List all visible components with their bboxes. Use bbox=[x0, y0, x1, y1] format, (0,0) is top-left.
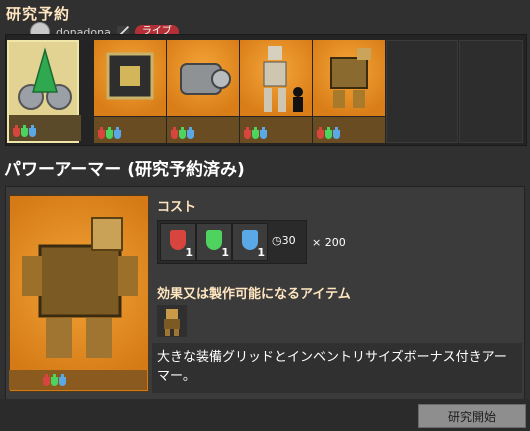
green-science-pack: 1 bbox=[196, 223, 232, 261]
queue-slot-empty bbox=[386, 40, 458, 143]
flask-cost-icons bbox=[244, 127, 267, 139]
cost-label: コスト bbox=[157, 200, 197, 215]
effects-label: 効果又は製作可能になるアイテム bbox=[157, 287, 351, 302]
technology-description: 大きな装備グリッドとインベントリサイズボーナス付きアーマー。 bbox=[157, 350, 507, 384]
technology-heading: パワーアーマー (研究予約済み) bbox=[4, 160, 245, 180]
blue-flask-icon bbox=[242, 230, 258, 250]
large-icon-cost-bar bbox=[9, 370, 147, 390]
flask-cost-icons bbox=[13, 125, 36, 137]
queue-slot-power-armor[interactable] bbox=[313, 40, 385, 143]
research-queue: 2 bbox=[5, 34, 527, 146]
red-science-pack: 1 bbox=[160, 223, 196, 261]
queue-slot-empty bbox=[459, 40, 523, 143]
flask-cost-icons bbox=[98, 127, 121, 139]
red-flask-icon bbox=[170, 230, 186, 250]
queue-slot-current[interactable] bbox=[7, 40, 81, 143]
research-time: ◷30 bbox=[272, 234, 296, 247]
power-armor-item-icon[interactable] bbox=[157, 305, 187, 337]
electric-motor-icon bbox=[167, 40, 239, 116]
start-research-button[interactable]: 研究開始 bbox=[418, 404, 526, 428]
power-armor-icon bbox=[313, 40, 385, 116]
research-unit-count: × 200 bbox=[312, 236, 346, 249]
queue-slot-electric-motor[interactable] bbox=[167, 40, 239, 143]
flask-cost-icons bbox=[43, 374, 66, 386]
power-armor-large-icon bbox=[9, 195, 149, 392]
flask-cost-icons bbox=[171, 127, 194, 139]
gear-tree-icon bbox=[18, 47, 72, 110]
green-flask-icon bbox=[206, 230, 222, 250]
flask-cost-icons bbox=[317, 127, 340, 139]
queue-slot-processor[interactable]: 2 bbox=[94, 40, 166, 143]
cost-ingredients: 1 1 1 ◷30 bbox=[157, 220, 307, 264]
section-title: 研究予約 bbox=[6, 5, 71, 23]
exoskeleton-icon bbox=[240, 40, 312, 116]
processor-icon bbox=[94, 40, 166, 116]
queue-slot-exoskeleton[interactable] bbox=[240, 40, 312, 143]
clock-icon: ◷ bbox=[272, 234, 282, 247]
blue-science-pack: 1 bbox=[232, 223, 268, 261]
